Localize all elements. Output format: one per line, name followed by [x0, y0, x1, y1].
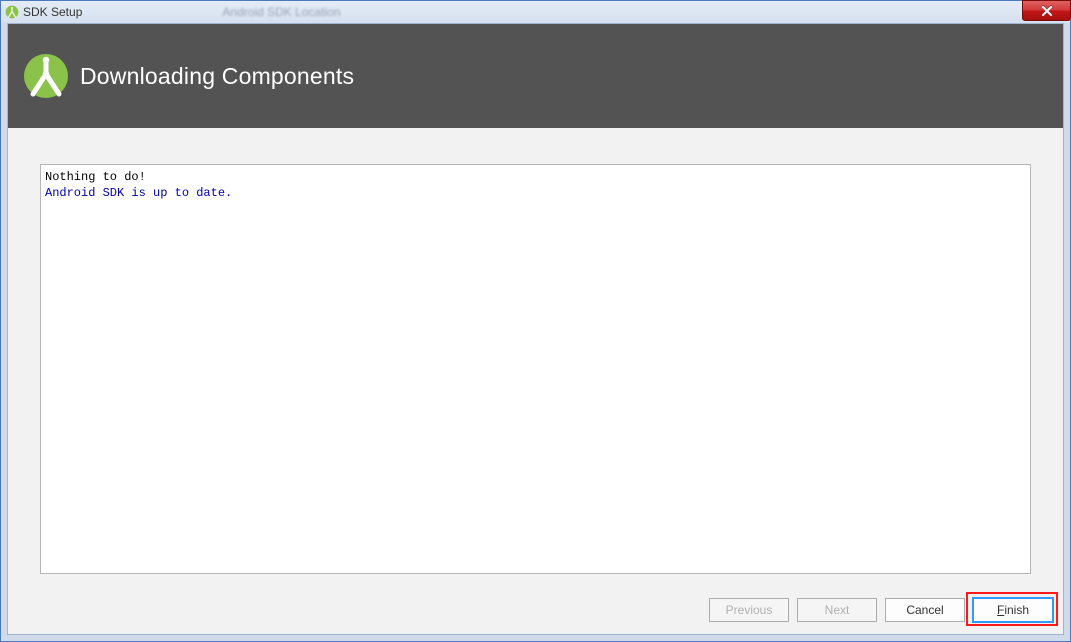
- close-icon: [1041, 6, 1053, 16]
- close-button[interactable]: [1022, 0, 1071, 21]
- cancel-button[interactable]: Cancel: [885, 598, 965, 622]
- content-area: Nothing to do! Android SDK is up to date…: [8, 128, 1063, 586]
- background-window-hint: Android SDK Location: [222, 5, 340, 19]
- next-button: Next: [797, 598, 877, 622]
- window-frame: SDK Setup Android SDK Location Downloadi…: [0, 0, 1071, 642]
- previous-button: Previous: [709, 598, 789, 622]
- dialog: Downloading Components Nothing to do! An…: [7, 23, 1064, 635]
- dialog-header: Downloading Components: [8, 24, 1063, 128]
- finish-button[interactable]: Finish: [973, 598, 1053, 622]
- android-studio-icon: [5, 5, 19, 19]
- button-row: Previous Next Cancel Finish: [8, 586, 1063, 634]
- dialog-heading: Downloading Components: [80, 63, 354, 90]
- titlebar: SDK Setup Android SDK Location: [1, 1, 1070, 23]
- android-studio-logo-icon: [22, 52, 70, 100]
- finish-rest: inish: [1004, 603, 1029, 617]
- log-output[interactable]: Nothing to do! Android SDK is up to date…: [40, 164, 1031, 574]
- window-title: SDK Setup: [23, 5, 82, 19]
- log-line: Android SDK is up to date.: [45, 185, 1026, 201]
- log-line: Nothing to do!: [45, 169, 1026, 185]
